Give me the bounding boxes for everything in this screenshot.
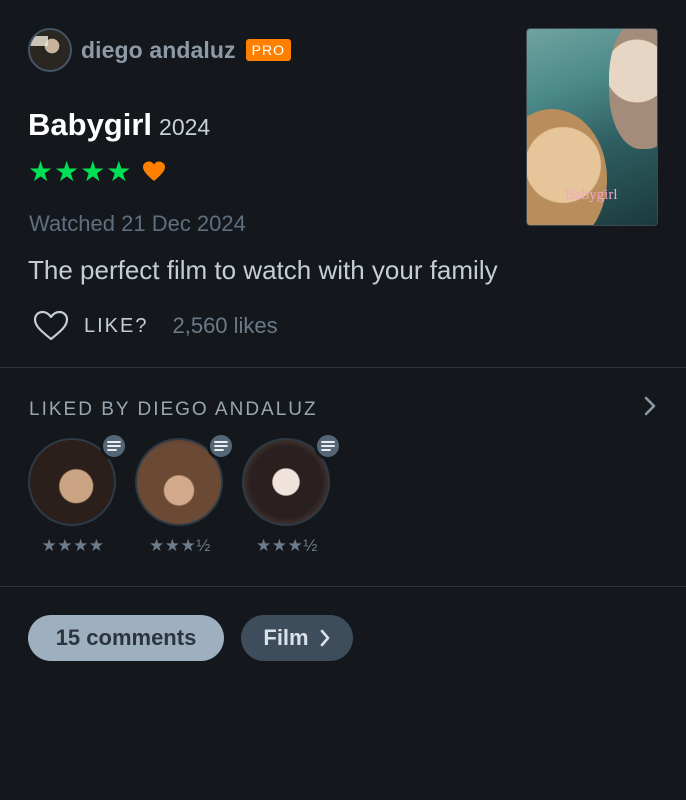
list-icon [314,432,342,460]
poster-figure [609,29,657,149]
chevron-right-icon[interactable] [641,394,659,418]
liker-item[interactable]: ★★★½ [135,432,235,556]
list-icon [100,432,128,460]
liker-rating: ★★★½ [149,536,211,555]
comments-label: 15 comments [55,625,197,650]
divider [0,367,686,368]
like-row: LIKE? 2,560 likes [33,310,278,342]
liker-rating: ★★★½ [256,536,318,555]
author-name[interactable]: diego andaluz [81,37,236,64]
author-row[interactable]: diego andaluz PRO [28,28,291,72]
pro-badge: PRO [245,39,291,61]
watched-date: Watched 21 Dec 2024 [29,211,246,236]
liked-by-heading[interactable]: LIKED BY DIEGO ANDALUZ [29,399,318,421]
film-poster[interactable]: Babygirl [526,28,658,226]
liked-heart-icon [143,161,166,181]
rating-stars: ★★★★ [28,156,133,187]
chevron-right-icon [320,629,329,647]
comments-button[interactable]: 15 comments [28,615,224,661]
review-text: The perfect film to watch with your fami… [28,255,498,285]
film-label: Film [263,625,309,650]
like-button[interactable]: LIKE? [84,315,148,338]
film-title-row[interactable]: Babygirl 2024 [28,107,210,143]
film-year[interactable]: 2024 [159,114,210,141]
author-avatar[interactable] [28,28,72,72]
liker-rating: ★★★★ [41,536,105,555]
film-title[interactable]: Babygirl [28,107,152,143]
poster-title: Babygirl [565,187,618,203]
rating-row: ★★★★ [28,158,166,186]
review-page: diego andaluz PRO Babygirl 2024 ★★★★ Wat… [0,0,686,800]
divider [0,586,686,587]
poster-figure [527,109,607,225]
likes-count[interactable]: 2,560 likes [172,313,277,339]
liker-item[interactable]: ★★★½ [242,432,342,556]
liker-item[interactable]: ★★★★ [28,432,128,556]
film-button[interactable]: Film [241,615,353,661]
heart-outline-icon[interactable] [33,310,69,342]
list-icon [207,432,235,460]
